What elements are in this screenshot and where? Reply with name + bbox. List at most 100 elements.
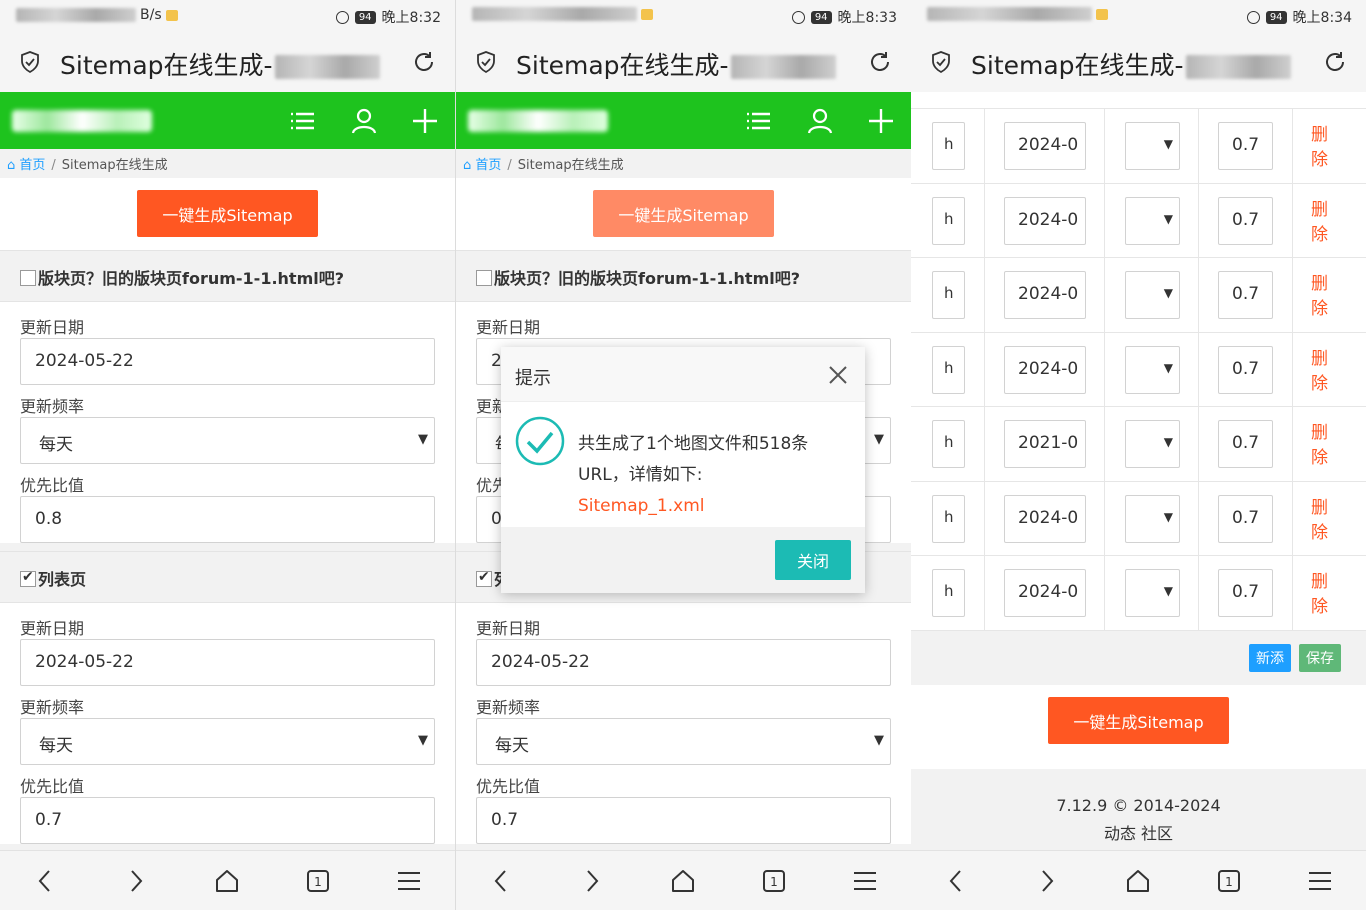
list-section-header: 列表页 [0,551,455,603]
close-dialog-button[interactable]: 关闭 [775,540,851,580]
forward-icon[interactable] [1033,867,1061,895]
priority-input[interactable]: 0.7 [20,797,435,844]
date-input[interactable]: 2024-05-22 [20,338,435,385]
date-input[interactable]: 2024-0 [1004,122,1086,170]
generate-sitemap-button[interactable]: 一键生成Sitemap [137,190,318,237]
priority-input[interactable]: 0.8 [20,496,435,543]
freq-select[interactable]: ▼ [1125,420,1180,468]
breadcrumb-home[interactable]: ⌂ 首页 [7,158,45,173]
delete-row-link[interactable]: 删除 [1311,123,1331,173]
save-button[interactable]: 保存 [1299,644,1341,672]
date-input[interactable]: 2024-0 [1004,345,1086,394]
freq-select[interactable]: 每天▼ [476,718,891,765]
shield-icon[interactable] [474,50,498,74]
url-input[interactable]: h [932,345,965,394]
footer-version: 7.12.9 © 2014-2024 [1056,796,1221,815]
shield-icon[interactable] [18,50,42,74]
forum-checkbox[interactable] [476,270,492,286]
freq-select[interactable]: ▼ [1125,271,1180,319]
user-icon[interactable] [349,106,379,136]
delete-row-link[interactable]: 删除 [1311,570,1331,620]
back-icon[interactable] [942,867,970,895]
priority-input[interactable]: 0.7 [1218,345,1273,394]
generate-sitemap-button[interactable]: 一键生成Sitemap [593,190,774,237]
url-input[interactable]: h [932,420,965,468]
dropdown-arrow-icon: ▼ [1163,286,1173,300]
freq-select[interactable]: ▼ [1125,122,1180,170]
priority-input[interactable]: 0.7 [1218,271,1273,319]
url-input[interactable]: h [932,494,965,543]
date-input[interactable]: 2024-0 [1004,569,1086,617]
delete-row-link[interactable]: 删除 [1311,272,1331,322]
priority-input[interactable]: 0.7 [1218,122,1273,170]
forward-icon[interactable] [122,867,150,895]
list-checkbox[interactable] [20,569,36,587]
delete-row-link[interactable]: 删除 [1311,496,1331,546]
list-form: 更新日期 2024-05-22 更新频率 每天 ▼ 优先比值 0.7 [0,603,455,844]
url-input[interactable]: h [932,122,965,170]
menu-icon[interactable] [851,867,879,895]
tabs-icon[interactable]: 1 [1215,867,1243,895]
dialog-footer: 关闭 [501,527,865,593]
forward-icon[interactable] [578,867,606,895]
date-input[interactable]: 2024-0 [1004,196,1086,245]
url-input[interactable]: h [932,196,965,245]
forum-checkbox[interactable] [20,270,36,286]
date-input[interactable]: 2024-05-22 [20,639,435,686]
priority-label: 优先比值 [476,777,541,796]
list-icon[interactable] [287,106,317,136]
reload-icon[interactable] [1322,49,1348,75]
home-icon[interactable] [669,867,697,895]
date-input[interactable]: 2021-0 [1004,420,1086,468]
date-input[interactable]: 2024-0 [1004,271,1086,319]
check-circle-icon [515,416,565,466]
alarm-icon [1246,10,1260,24]
url-input[interactable]: h [932,271,965,319]
generate-sitemap-button[interactable]: 一键生成Sitemap [1048,697,1229,744]
back-icon[interactable] [31,867,59,895]
breadcrumb-current: Sitemap在线生成 [61,158,168,173]
plus-icon[interactable] [410,106,440,136]
priority-input[interactable]: 0.7 [1218,569,1273,617]
reload-icon[interactable] [867,49,893,75]
breadcrumb-home[interactable]: ⌂ 首页 [463,158,501,173]
reload-icon[interactable] [411,49,437,75]
plus-icon[interactable] [866,106,896,136]
priority-input[interactable]: 0.7 [476,797,891,844]
url-table: h 2024-0 ▼ 0.7 删除 h 2024-0 ▼ 0.7 删除 h 2024-0 ▼ 0.7 删除 h… [911,92,1366,631]
priority-input[interactable]: 0.7 [1218,420,1273,468]
menu-icon[interactable] [1306,867,1334,895]
site-footer: 7.12.9 © 2014-2024 动态 社区 [911,769,1366,850]
home-icon[interactable] [213,867,241,895]
close-icon[interactable] [827,364,849,386]
date-input[interactable]: 2024-0 [1004,494,1086,543]
freq-select[interactable]: ▼ [1125,569,1180,617]
add-row-button[interactable]: 新添 [1249,644,1291,672]
delete-row-link[interactable]: 删除 [1311,421,1331,471]
list-checkbox[interactable] [476,569,492,587]
url-input[interactable]: h [932,569,965,617]
list-icon[interactable] [743,106,773,136]
priority-input[interactable]: 0.7 [1218,196,1273,245]
priority-input[interactable]: 0.7 [1218,494,1273,543]
tabs-icon[interactable]: 1 [760,867,788,895]
freq-select[interactable]: 每天▼ [20,417,435,464]
footer-links[interactable]: 动态 社区 [911,820,1366,848]
delete-row-link[interactable]: 删除 [1311,347,1331,397]
freq-select[interactable]: ▼ [1125,345,1180,394]
site-logo[interactable] [12,110,152,132]
freq-select[interactable]: 每天▼ [20,718,435,765]
freq-select[interactable]: ▼ [1125,196,1180,245]
breadcrumb-current: Sitemap在线生成 [517,158,624,173]
user-icon[interactable] [805,106,835,136]
home-icon[interactable] [1124,867,1152,895]
menu-icon[interactable] [395,867,423,895]
shield-icon[interactable] [929,50,953,74]
tabs-icon[interactable]: 1 [304,867,332,895]
back-icon[interactable] [487,867,515,895]
date-input[interactable]: 2024-05-22 [476,639,891,686]
delete-row-link[interactable]: 删除 [1311,198,1331,248]
sitemap-file-link[interactable]: Sitemap_1.xml [578,491,843,522]
site-logo[interactable] [468,110,608,132]
freq-select[interactable]: ▼ [1125,494,1180,543]
